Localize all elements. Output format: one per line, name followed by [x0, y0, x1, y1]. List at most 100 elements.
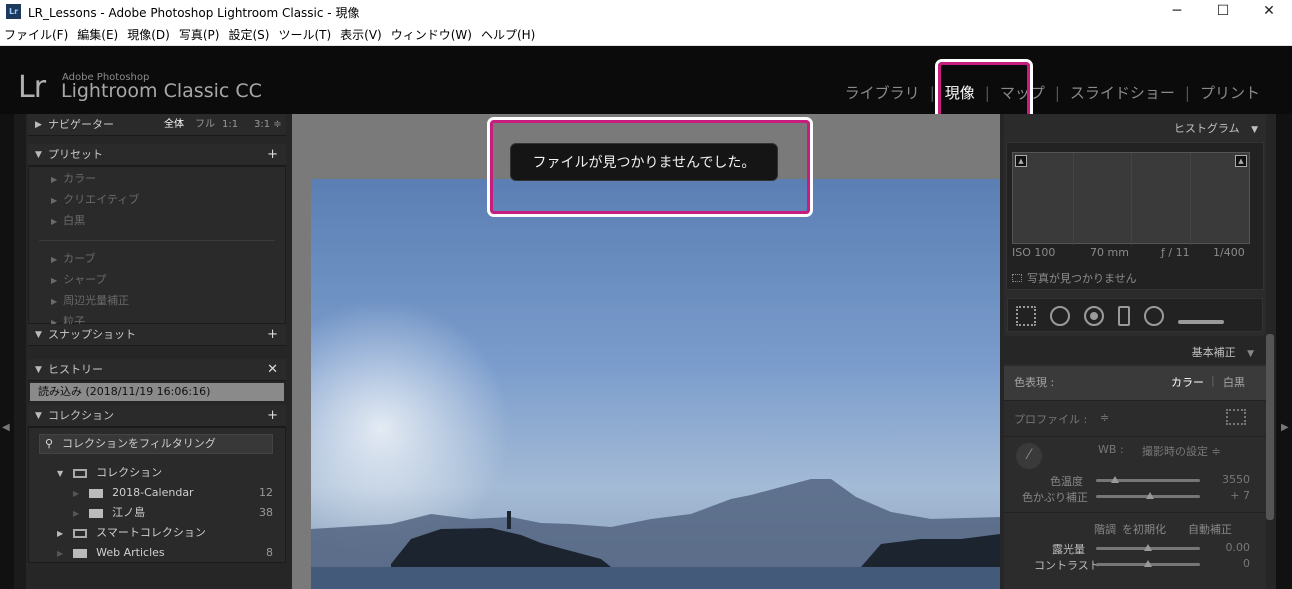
- adjustment-brush-icon[interactable]: [1178, 319, 1224, 324]
- zoom-fill[interactable]: フル: [195, 114, 215, 136]
- missing-photo-icon: [1012, 274, 1022, 282]
- wb-dropdown[interactable]: 撮影時の設定 ≑: [1142, 443, 1221, 459]
- module-library[interactable]: ライブラリ: [845, 82, 920, 103]
- menu-file[interactable]: ファイル(F): [4, 24, 68, 46]
- temp-value[interactable]: 3550: [1222, 473, 1250, 486]
- collection-count: 12: [259, 486, 273, 499]
- treatment-bw-button[interactable]: 白黒: [1223, 374, 1245, 390]
- eyedropper-icon[interactable]: ⁄: [1016, 443, 1042, 469]
- left-panel-grip[interactable]: [14, 114, 26, 589]
- menu-help[interactable]: ヘルプ(H): [481, 24, 535, 46]
- shadow-clip-icon[interactable]: ▲: [1015, 155, 1027, 167]
- graduated-filter-icon[interactable]: [1118, 306, 1130, 326]
- collection-row[interactable]: ▶ Web Articles 8: [57, 543, 273, 564]
- collection-label: 江ノ島: [112, 506, 146, 519]
- collection-count: 38: [259, 506, 273, 519]
- menu-develop[interactable]: 現像(D): [127, 24, 170, 46]
- preset-folder-sharpen[interactable]: ▶ シャープ: [29, 270, 285, 291]
- history-list: 読み込み (2018/11/19 16:06:16): [28, 381, 286, 405]
- menu-settings[interactable]: 設定(S): [228, 24, 269, 46]
- navigator-title: ナビゲーター: [48, 118, 114, 131]
- right-panel: ヒストグラム ▼ ▲ ▲ ISO 100 70 mm ƒ / 11 1/400 …: [1000, 114, 1276, 589]
- right-panel-scrollbar[interactable]: [1266, 334, 1274, 520]
- temp-slider[interactable]: [1096, 479, 1200, 482]
- snapshots-header[interactable]: ▼ スナップショット +: [28, 324, 286, 346]
- tone-section: 階調 を初期化 自動補正 露光量 0.00 コントラスト 0: [1004, 512, 1266, 589]
- app-icon: Lr: [6, 4, 21, 19]
- red-eye-tool-icon[interactable]: [1084, 306, 1104, 326]
- profile-label: プロファイル :: [1014, 413, 1088, 426]
- preset-folder-color[interactable]: ▶ カラー: [29, 169, 285, 190]
- left-panel-toggle-icon[interactable]: ◀: [2, 422, 10, 433]
- add-preset-icon[interactable]: +: [267, 144, 278, 166]
- crop-tool-icon[interactable]: [1016, 306, 1036, 326]
- basic-header[interactable]: 基本補正 ▼: [1192, 344, 1254, 360]
- right-panel-toggle-icon[interactable]: ▶: [1281, 422, 1289, 433]
- smart-collection-set-row[interactable]: ▶ スマートコレクション: [57, 523, 277, 544]
- brand-large: Lightroom Classic CC: [61, 80, 262, 102]
- expand-arrow-icon: ▶: [73, 489, 80, 498]
- basic-title: 基本補正: [1191, 346, 1236, 359]
- collection-set-row[interactable]: ▼ コレクション: [57, 463, 277, 484]
- zoom-1-1[interactable]: 1:1: [222, 114, 238, 136]
- module-divider: |: [1184, 84, 1190, 102]
- preset-divider: [39, 240, 275, 241]
- collections-header[interactable]: ▼ コレクション +: [28, 405, 286, 427]
- search-icon: ⚲: [45, 437, 54, 450]
- collection-label: 2018-Calendar: [112, 486, 194, 499]
- minimize-button[interactable]: ─: [1154, 0, 1200, 24]
- zoom-fit[interactable]: 全体: [164, 114, 184, 136]
- develop-module-highlight: [938, 62, 1030, 118]
- menu-tools[interactable]: ツール(T): [278, 24, 331, 46]
- clear-history-icon[interactable]: ✕: [267, 359, 278, 381]
- presets-header[interactable]: ▼ プリセット +: [28, 144, 286, 166]
- add-snapshot-icon[interactable]: +: [267, 324, 278, 346]
- menu-view[interactable]: 表示(V): [340, 24, 382, 46]
- spot-removal-tool-icon[interactable]: [1050, 306, 1070, 326]
- close-button[interactable]: ✕: [1246, 0, 1292, 24]
- histogram-header[interactable]: ヒストグラム ▼: [1174, 120, 1258, 136]
- history-entry[interactable]: 読み込み (2018/11/19 16:06:16): [30, 383, 284, 401]
- tone-auto-button[interactable]: 自動補正: [1188, 521, 1232, 537]
- radial-filter-icon[interactable]: [1144, 306, 1164, 326]
- treatment-label: 色表現 :: [1014, 376, 1055, 389]
- menu-window[interactable]: ウィンドウ(W): [391, 24, 472, 46]
- collection-icon: [72, 548, 87, 558]
- contrast-label: コントラスト: [1034, 559, 1100, 572]
- tone-reset-button[interactable]: を初期化: [1122, 521, 1166, 537]
- image-canvas[interactable]: ファイルが見つかりませんでした。: [292, 114, 1000, 589]
- file-not-found-toast: ファイルが見つかりませんでした。: [510, 143, 778, 181]
- history-header[interactable]: ▼ ヒストリー ✕: [28, 359, 286, 381]
- preset-folder-bw[interactable]: ▶ 白黒: [29, 211, 285, 232]
- histogram-iso: ISO 100: [1012, 246, 1056, 259]
- menu-photo[interactable]: 写真(P): [179, 24, 220, 46]
- collection-set-icon: [72, 528, 87, 538]
- maximize-button[interactable]: ☐: [1200, 0, 1246, 24]
- histogram-graph[interactable]: ▲ ▲: [1012, 152, 1250, 245]
- module-slideshow[interactable]: スライドショー: [1070, 82, 1175, 103]
- identity-plate: Lr Adobe Photoshop Lightroom Classic CC …: [0, 46, 1292, 114]
- navigator-header[interactable]: ▶ ナビゲーター 全体 フル 1:1 3:1 ≑: [28, 114, 286, 136]
- collection-row[interactable]: ▶ 2018-Calendar 12: [73, 483, 273, 504]
- right-panel-content: ヒストグラム ▼ ▲ ▲ ISO 100 70 mm ƒ / 11 1/400 …: [1004, 114, 1266, 589]
- profile-dropdown[interactable]: ≑: [1100, 411, 1109, 424]
- highlight-clip-icon[interactable]: ▲: [1235, 155, 1247, 167]
- exposure-value[interactable]: 0.00: [1226, 541, 1251, 554]
- history-title: ヒストリー: [48, 363, 103, 376]
- left-panel: ▶ ナビゲーター 全体 フル 1:1 3:1 ≑ ▼ プリセット + ▶ カラー …: [14, 114, 292, 589]
- profile-browser-icon[interactable]: [1226, 409, 1246, 425]
- tint-value[interactable]: + 7: [1230, 489, 1250, 502]
- preset-folder-curve[interactable]: ▶ カーブ: [29, 249, 285, 270]
- preset-folder-vignette[interactable]: ▶ 周辺光量補正: [29, 291, 285, 312]
- treatment-color-button[interactable]: カラー: [1171, 374, 1204, 390]
- collection-row[interactable]: ▶ 江ノ島 38: [73, 503, 273, 524]
- preset-folder-creative[interactable]: ▶ クリエイティブ: [29, 190, 285, 211]
- tool-strip: [1007, 298, 1263, 332]
- menu-edit[interactable]: 編集(E): [77, 24, 118, 46]
- add-collection-icon[interactable]: +: [267, 405, 278, 427]
- module-print[interactable]: プリント: [1200, 82, 1260, 103]
- contrast-value[interactable]: 0: [1243, 557, 1250, 570]
- collection-filter-input[interactable]: ⚲ コレクションをフィルタリング: [39, 434, 273, 454]
- module-picker: ライブラリ | 現像 | マップ | スライドショー | プリント: [843, 82, 1262, 103]
- zoom-3-1[interactable]: 3:1 ≑: [254, 114, 282, 136]
